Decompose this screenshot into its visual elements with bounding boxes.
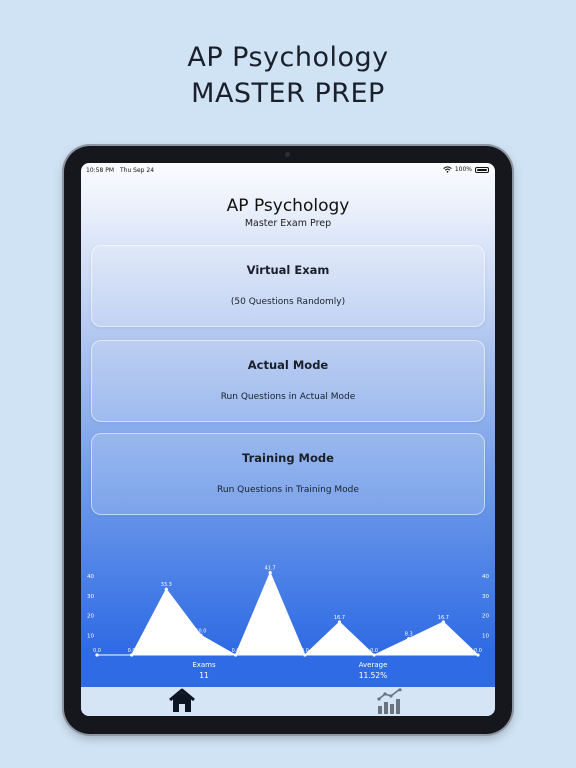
data-label: 41.7: [265, 566, 276, 572]
data-label: 0.0: [301, 648, 309, 654]
results-chart-svg: 10 10 20 20 30 30 40 40 0.0 0.0 33.3 10.0 0.0 41.7 0.0…: [87, 566, 489, 657]
data-label: 8.3: [405, 632, 413, 638]
data-label: 0.0: [128, 648, 136, 654]
card-title: Actual Mode: [247, 358, 329, 372]
card-title: Virtual Exam: [246, 263, 330, 277]
data-label: 10.0: [195, 628, 206, 634]
battery-percent: 100%: [454, 166, 472, 173]
wifi-icon: [443, 166, 452, 173]
series-area: [97, 571, 480, 656]
y-tick-label-left: 10: [87, 633, 94, 639]
data-label: 16.7: [438, 615, 449, 621]
data-label: 16.7: [334, 615, 345, 621]
card-subtitle: Run Questions in Training Mode: [217, 485, 359, 495]
tab-bar: [81, 687, 495, 716]
app-subtitle: Master Exam Prep: [244, 218, 332, 229]
y-tick-label-left: 40: [87, 574, 94, 580]
battery-icon: [475, 166, 489, 173]
status-date: Thu Sep 24: [120, 167, 155, 174]
stats-icon[interactable]: [376, 688, 404, 715]
actual-mode-button[interactable]: Actual Mode Run Questions in Actual Mode: [91, 340, 485, 422]
status-time: 10:58 PM: [86, 167, 114, 174]
card-subtitle: (50 Questions Randomly): [230, 297, 346, 307]
average-summary: Average 11.52%: [347, 661, 399, 680]
y-tick-label-right: 40: [482, 574, 489, 580]
card-subtitle: Run Questions in Actual Mode: [220, 392, 356, 402]
data-label: 33.3: [161, 582, 172, 588]
camera-icon: [285, 152, 290, 157]
status-bar: 10:58 PM Thu Sep 24 100%: [81, 163, 495, 177]
promo-headline-line1: AP Psychology: [187, 42, 389, 73]
home-icon[interactable]: [169, 688, 195, 714]
app-screen: 10:58 PM Thu Sep 24 100% AP Psychology M…: [81, 163, 495, 716]
y-tick-label-left: 30: [87, 594, 94, 600]
y-tick-label-right: 10: [482, 633, 489, 639]
data-label: 0.0: [370, 648, 378, 654]
data-label: 0.0: [474, 648, 482, 654]
card-title: Training Mode: [242, 451, 334, 465]
data-label: 0.0: [93, 648, 101, 654]
app-title: AP Psychology: [226, 196, 350, 216]
results-chart: 10 10 20 20 30 30 40 40 0.0 0.0 33.3 10.0 0.0 41.7 0.0…: [81, 556, 495, 690]
promo-headline-line2: MASTER PREP: [191, 78, 385, 109]
average-value: 11.52%: [358, 671, 388, 680]
training-mode-button[interactable]: Training Mode Run Questions in Training …: [91, 433, 485, 515]
exams-label: Exams: [192, 661, 216, 669]
tablet-frame: 10:58 PM Thu Sep 24 100% AP Psychology M…: [64, 146, 512, 734]
average-label: Average: [358, 661, 388, 669]
data-label: 0.0: [232, 648, 240, 654]
promo-headline: AP Psychology MASTER PREP: [0, 40, 576, 112]
y-tick-label-right: 30: [482, 594, 489, 600]
exams-summary: Exams 11: [183, 661, 225, 680]
y-tick-label-left: 20: [87, 614, 94, 620]
virtual-exam-button[interactable]: Virtual Exam (50 Questions Randomly): [91, 245, 485, 327]
y-tick-label-right: 20: [482, 614, 489, 620]
status-right: 100%: [443, 166, 489, 173]
exams-value: 11: [199, 671, 209, 680]
